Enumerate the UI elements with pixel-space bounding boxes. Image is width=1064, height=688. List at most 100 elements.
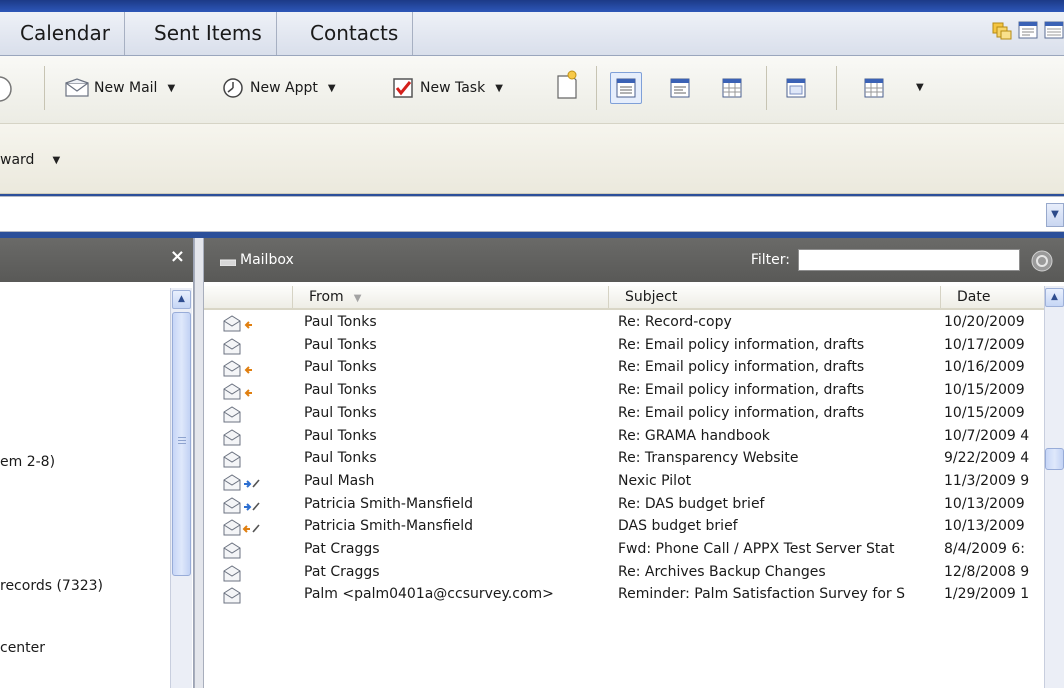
new-appt-button[interactable]: New Appt ▼ [220,74,336,102]
message-date: 9/22/2009 4 [944,450,1030,467]
message-status-icon [222,541,282,561]
back-icon[interactable] [0,74,14,104]
pane-splitter[interactable] [194,238,204,688]
new-task-dropdown-icon[interactable]: ▼ [495,83,503,94]
message-from: Patricia Smith-Mansfield [304,495,474,512]
scroll-thumb[interactable] [172,312,191,576]
view-options-dropdown-icon[interactable]: ▼ [916,82,924,93]
task-checkbox-icon [393,78,413,98]
tab-calendar[interactable]: Calendar [0,12,125,55]
table-row[interactable]: Paul Tonks Re: GRAMA handbook 10/7/2009 4 [204,426,1044,449]
nav-right-icons [992,20,1064,50]
table-view-icon [864,78,884,98]
folders-icon[interactable] [992,20,1012,40]
folder-item[interactable]: em 2-8) [0,454,55,470]
close-icon[interactable]: × [170,246,185,267]
table-row[interactable]: Patricia Smith-Mansfield DAS budget brief… [204,516,1044,539]
message-status-icon [222,518,282,538]
app-window: Calendar Sent Items Contacts New Mail ▼ … [0,0,1064,688]
message-subject: Nexic Pilot [618,472,692,489]
message-status-icon [222,337,282,357]
table-row[interactable]: Paul Tonks Re: Email policy information, … [204,380,1044,403]
view-list-button[interactable] [610,72,642,104]
message-subject: Re: GRAMA handbook [618,427,770,444]
column-subject[interactable]: Subject [608,286,940,308]
toolbar-separator [766,66,767,110]
table-row[interactable]: Paul Tonks Re: Email policy information, … [204,335,1044,358]
new-note-icon[interactable] [554,70,580,102]
message-status-icon [222,450,282,470]
window-frame-top [0,0,1064,12]
address-dropdown-icon[interactable]: ▼ [1046,203,1064,227]
message-from: Palm <palm0401a@ccsurvey.com> [304,586,554,603]
message-subject: Re: Archives Backup Changes [618,563,826,580]
message-date: 8/4/2009 6: [944,541,1025,557]
message-date: 12/8/2008 9 [944,563,1030,580]
message-subject: Re: Email policy information, drafts [618,404,865,421]
table-row[interactable]: Pat Craggs Re: Archives Backup Changes 12/… [204,562,1044,585]
message-status-icon [222,473,282,493]
message-scrollbar[interactable]: ▲ [1044,286,1064,688]
reading-pane-icon[interactable] [1018,20,1038,40]
preview-view-icon [670,78,690,98]
new-appt-dropdown-icon[interactable]: ▼ [328,83,336,94]
new-mail-label: New Mail [94,80,158,96]
view-options-button[interactable] [858,72,890,104]
filter-input[interactable] [798,249,1020,271]
message-from: Paul Tonks [304,427,377,444]
message-from: Paul Tonks [304,336,377,353]
scroll-thumb[interactable] [1045,448,1064,470]
table-row[interactable]: Paul Tonks Re: Transparency Website 9/22/2… [204,448,1044,471]
column-subject-label: Subject [625,289,678,305]
new-mail-dropdown-icon[interactable]: ▼ [167,83,175,94]
tab-contacts[interactable]: Contacts [296,12,414,55]
message-from: Paul Tonks [304,359,377,376]
folder-scrollbar[interactable]: ▲ [170,288,192,688]
message-date: 10/13/2009 [944,518,1025,535]
clock-icon [223,78,243,98]
message-subject: Reminder: Palm Satisfaction Survey for S [618,586,906,603]
forward-dropdown-icon[interactable]: ▼ [52,155,60,166]
message-from: Pat Craggs [304,563,380,580]
table-row[interactable]: Paul Tonks Re: Record-copy 10/20/2009 [204,312,1044,335]
grid-view-icon [722,78,742,98]
message-date: 10/20/2009 [944,314,1025,330]
column-date-label: Date [957,289,991,305]
scroll-up-icon[interactable]: ▲ [172,290,191,309]
message-from: Patricia Smith-Mansfield [304,518,474,535]
forward-button[interactable]: ward ▼ [0,146,60,174]
table-row[interactable]: Patricia Smith-Mansfield Re: DAS budget b… [204,494,1044,517]
list-view-icon[interactable] [1044,20,1064,40]
address-bar[interactable]: ▼ [0,196,1064,232]
filter-clear-icon[interactable] [1030,249,1054,273]
message-subject: Re: Transparency Website [618,450,799,467]
table-row[interactable]: Palm <palm0401a@ccsurvey.com> Reminder: P… [204,584,1044,607]
column-from-label: From [309,289,344,305]
column-from[interactable]: From ▼ [292,286,612,308]
table-row[interactable]: Paul Mash Nexic Pilot 11/3/2009 9 [204,471,1044,494]
toolbar-separator [44,66,45,110]
scroll-up-icon[interactable]: ▲ [1045,288,1064,307]
new-mail-button[interactable]: New Mail ▼ [64,74,175,102]
table-row[interactable]: Pat Craggs Fwd: Phone Call / APPX Test Se… [204,539,1044,562]
message-subject: DAS budget brief [618,518,738,535]
message-subject: Re: Email policy information, drafts [618,382,865,399]
new-task-button[interactable]: New Task ▼ [390,74,503,102]
message-subject: Fwd: Phone Call / APPX Test Server Stat [618,541,895,557]
message-status-icon [222,564,282,584]
list-view-icon [616,78,636,98]
table-row[interactable]: Paul Tonks Re: Email policy information, … [204,403,1044,426]
message-from: Paul Tonks [304,450,377,467]
tab-sent-items[interactable]: Sent Items [140,12,277,55]
table-row[interactable]: Paul Tonks Re: Email policy information, … [204,357,1044,380]
message-status-icon [222,405,282,425]
folder-item[interactable]: center [0,640,45,656]
view-grid-button[interactable] [716,72,748,104]
sort-down-icon: ▼ [353,293,362,304]
column-date[interactable]: Date [940,286,1044,308]
folder-item[interactable]: records (7323) [0,578,103,594]
message-date: 10/13/2009 [944,495,1025,512]
view-preview-button[interactable] [664,72,696,104]
view-reading-button[interactable] [780,72,812,104]
column-status[interactable] [204,286,292,308]
